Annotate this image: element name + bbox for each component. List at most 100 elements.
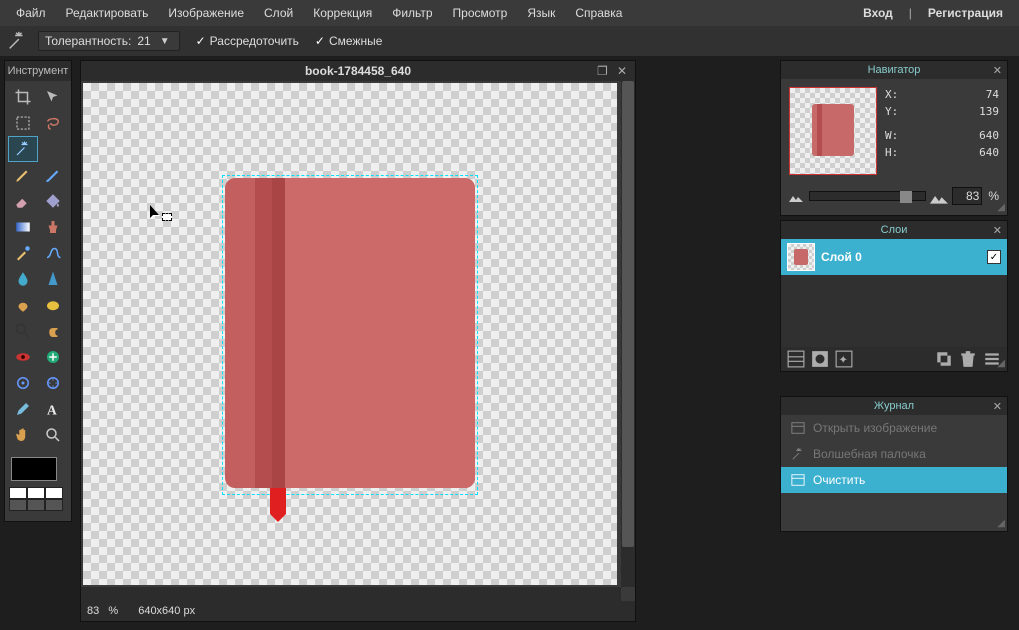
tool-sharpen[interactable] [38, 266, 68, 292]
close-icon[interactable]: ✕ [993, 64, 1002, 77]
resize-handle-icon[interactable]: ◢ [997, 518, 1005, 529]
history-label: Очистить [813, 473, 865, 487]
palette-gray[interactable] [9, 499, 27, 511]
palette-white[interactable] [9, 487, 27, 499]
tool-bloat[interactable] [8, 370, 38, 396]
nav-h: 640 [979, 145, 999, 162]
zoom-in-icon[interactable] [930, 190, 948, 203]
tool-clone[interactable] [38, 214, 68, 240]
navigator-info: X:74 Y:139 W:640 H:640 [885, 87, 999, 175]
layer-styles-icon[interactable]: ✦ [835, 350, 853, 368]
menu-filter[interactable]: Фильтр [382, 1, 442, 25]
menu-language[interactable]: Язык [517, 1, 565, 25]
navigator-title: Навигатор [868, 64, 921, 76]
contiguous-toggle[interactable]: ✓ Смежные [315, 34, 382, 48]
layer-delete-icon[interactable] [959, 350, 977, 368]
status-dimensions: 640x640 px [138, 605, 195, 617]
tool-replace-color[interactable] [8, 240, 38, 266]
palette [9, 487, 69, 511]
tool-crop[interactable] [8, 84, 38, 110]
layers-title: Слои [881, 224, 908, 236]
navigator-thumbnail[interactable] [789, 87, 877, 175]
tool-zoom[interactable] [38, 422, 68, 448]
zoom-out-icon[interactable] [789, 191, 803, 201]
tool-dodge[interactable] [8, 318, 38, 344]
status-zoom-unit: % [108, 605, 118, 617]
menu-image[interactable]: Изображение [158, 1, 254, 25]
history-title: Журнал [874, 400, 914, 412]
history-panel: Журнал ✕ Открыть изображение Волшебная п… [780, 396, 1008, 532]
tool-spot-heal[interactable] [38, 344, 68, 370]
menu-view[interactable]: Просмотр [443, 1, 518, 25]
tool-blur[interactable] [8, 266, 38, 292]
tool-burn[interactable] [38, 318, 68, 344]
tool-draw[interactable] [38, 240, 68, 266]
history-item[interactable]: Волшебная палочка [781, 441, 1007, 467]
tool-empty [38, 136, 68, 162]
history-label: Волшебная палочка [813, 447, 926, 461]
palette-gray[interactable] [45, 499, 63, 511]
tool-marquee[interactable] [8, 110, 38, 136]
menu-layer[interactable]: Слой [254, 1, 303, 25]
tool-picker[interactable] [8, 396, 38, 422]
menu-adjust[interactable]: Коррекция [303, 1, 382, 25]
layer-mask-icon[interactable] [811, 350, 829, 368]
tool-smudge[interactable] [8, 292, 38, 318]
tool-redeye[interactable] [8, 344, 38, 370]
palette-white[interactable] [27, 487, 45, 499]
color-swatch[interactable] [11, 457, 65, 485]
close-icon[interactable]: ✕ [993, 400, 1002, 413]
menu-file[interactable]: Файл [6, 1, 56, 25]
history-label: Открыть изображение [813, 421, 937, 435]
wand-icon [6, 30, 28, 52]
tool-lasso[interactable] [38, 110, 68, 136]
layer-row[interactable]: Слой 0 ✓ [781, 239, 1007, 275]
canvas-viewport[interactable] [83, 83, 619, 585]
tool-bucket[interactable] [38, 188, 68, 214]
nav-w: 640 [979, 128, 999, 145]
tool-brush[interactable] [38, 162, 68, 188]
tolerance-box[interactable]: Толерантность: 21 ▼ [38, 31, 180, 51]
scrollbar-horizontal[interactable] [81, 587, 621, 601]
layer-settings-icon[interactable] [787, 350, 805, 368]
close-icon[interactable]: ✕ [993, 224, 1002, 237]
scrollbar-vertical[interactable] [621, 81, 635, 587]
contiguous-label: Смежные [329, 34, 382, 48]
layer-merge-icon[interactable] [935, 350, 953, 368]
tools-panel: Инструмент A [4, 60, 72, 522]
resize-handle-icon[interactable]: ◢ [997, 202, 1005, 213]
tool-sponge[interactable] [38, 292, 68, 318]
history-item-active[interactable]: Очистить [781, 467, 1007, 493]
palette-gray[interactable] [27, 499, 45, 511]
tool-type[interactable]: A [38, 396, 68, 422]
history-item[interactable]: Открыть изображение [781, 415, 1007, 441]
tool-eraser[interactable] [8, 188, 38, 214]
canvas-titlebar[interactable]: book-1784458_640 ❐ ✕ [81, 61, 635, 81]
zoom-slider[interactable] [809, 191, 926, 201]
tool-hand[interactable] [8, 422, 38, 448]
tool-move[interactable] [38, 84, 68, 110]
login-link[interactable]: Вход [853, 1, 903, 25]
maximize-icon[interactable]: ❐ [597, 64, 611, 78]
tool-pencil[interactable] [8, 162, 38, 188]
check-icon: ✓ [196, 34, 206, 48]
menu-help[interactable]: Справка [565, 1, 632, 25]
tool-pinch[interactable] [38, 370, 68, 396]
close-icon[interactable]: ✕ [617, 64, 631, 78]
tool-wand[interactable] [8, 136, 38, 162]
separator: | [903, 6, 918, 20]
zoom-value[interactable]: 83 [952, 187, 982, 205]
chevron-down-icon[interactable]: ▼ [157, 36, 173, 47]
nav-y: 139 [979, 104, 999, 121]
anti-alias-toggle[interactable]: ✓ Рассредоточить [196, 34, 299, 48]
check-icon: ✓ [315, 34, 325, 48]
svg-text:✦: ✦ [838, 355, 847, 367]
tool-gradient[interactable] [8, 214, 38, 240]
register-link[interactable]: Регистрация [918, 1, 1013, 25]
canvas-status-bar: 83 % 640x640 px [81, 601, 635, 621]
resize-handle-icon[interactable]: ◢ [997, 358, 1005, 369]
book-image [225, 178, 475, 488]
menu-edit[interactable]: Редактировать [56, 1, 159, 25]
layer-visibility-checkbox[interactable]: ✓ [987, 250, 1001, 264]
palette-white[interactable] [45, 487, 63, 499]
